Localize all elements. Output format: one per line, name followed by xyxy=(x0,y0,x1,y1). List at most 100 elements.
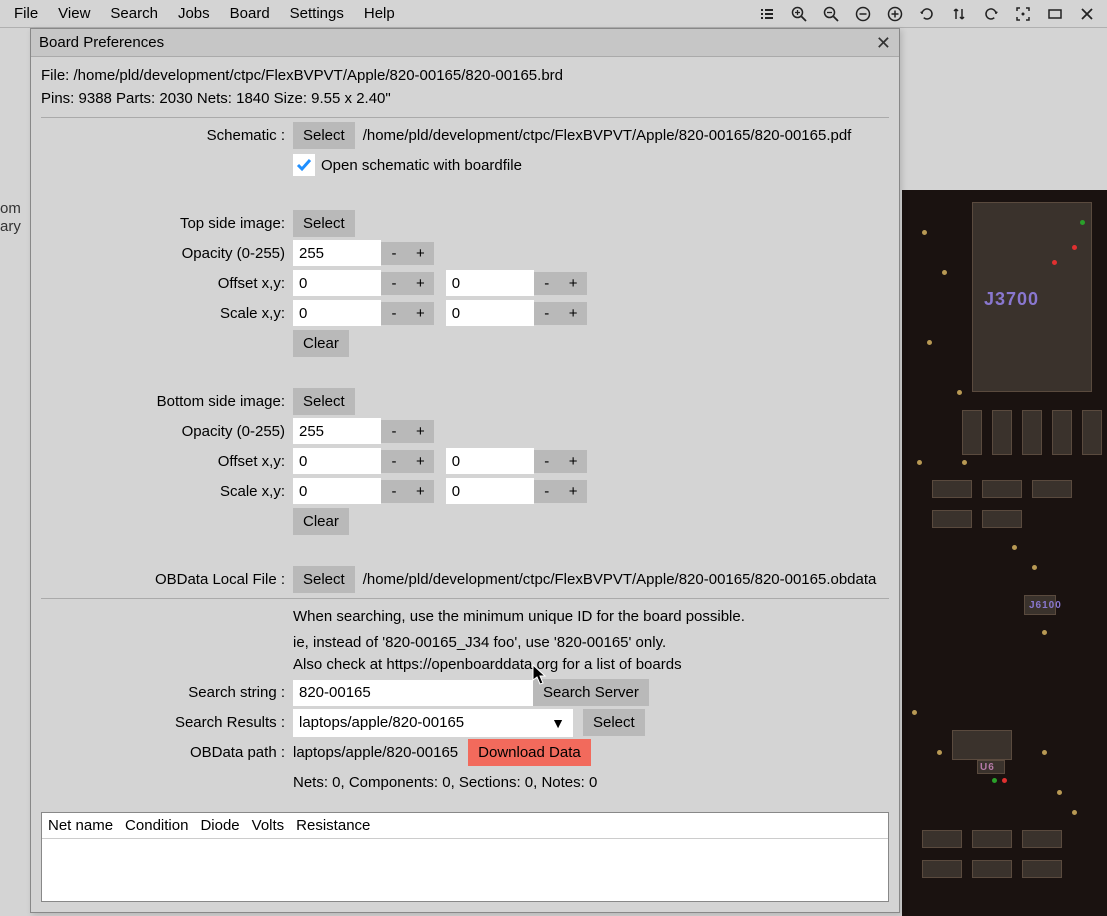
schematic-select-button[interactable]: Select xyxy=(293,122,355,149)
top-scale-y-input[interactable] xyxy=(446,300,534,326)
col-volts: Volts xyxy=(252,817,297,834)
obdata-select-button[interactable]: Select xyxy=(293,566,355,593)
list-icon[interactable] xyxy=(756,3,778,25)
search-results-selected: laptops/apple/820-00165 xyxy=(299,714,547,731)
col-resistance: Resistance xyxy=(296,817,382,834)
top-clear-button[interactable]: Clear xyxy=(293,330,349,357)
bg-text: om ary xyxy=(0,200,21,236)
search-results-select-button[interactable]: Select xyxy=(583,709,645,736)
nets-table[interactable]: Net name Condition Diode Volts Resistanc… xyxy=(41,812,889,903)
obdata-summary: Nets: 0, Components: 0, Sections: 0, Not… xyxy=(293,774,597,791)
schematic-label: Schematic : xyxy=(41,127,293,144)
menu-view[interactable]: View xyxy=(48,1,100,26)
top-offset-x-plus[interactable]: + xyxy=(407,272,434,295)
bottom-offset-y-plus[interactable]: + xyxy=(560,450,587,473)
circle-plus-icon[interactable] xyxy=(884,3,906,25)
top-scale-y-plus[interactable]: + xyxy=(560,302,587,325)
board-preferences-dialog: Board Preferences ✕ File: /home/pld/deve… xyxy=(30,28,900,913)
top-scale-x-input[interactable] xyxy=(293,300,381,326)
menubar: File View Search Jobs Board Settings Hel… xyxy=(0,0,1107,28)
window-icon[interactable] xyxy=(1044,3,1066,25)
schematic-path: /home/pld/development/ctpc/FlexBVPVT/App… xyxy=(355,127,852,144)
obdata-path-value: laptops/apple/820-00165 xyxy=(293,744,458,761)
rotate-ccw-icon[interactable] xyxy=(916,3,938,25)
close-icon[interactable] xyxy=(1076,3,1098,25)
rotate-cw-icon[interactable] xyxy=(980,3,1002,25)
top-offset-x-input[interactable] xyxy=(293,270,381,296)
menu-help[interactable]: Help xyxy=(354,1,405,26)
menu-jobs[interactable]: Jobs xyxy=(168,1,220,26)
top-scale-x-minus[interactable]: - xyxy=(381,302,407,325)
bottom-scale-label: Scale x,y: xyxy=(41,483,293,500)
obdata-path-label: OBData path : xyxy=(41,744,293,761)
search-string-label: Search string : xyxy=(41,684,293,701)
top-image-label: Top side image: xyxy=(41,215,293,232)
bottom-scale-y-input[interactable] xyxy=(446,478,534,504)
search-string-input[interactable] xyxy=(293,680,533,706)
dialog-close-icon[interactable]: ✕ xyxy=(876,34,891,52)
top-offset-y-input[interactable] xyxy=(446,270,534,296)
top-opacity-input[interactable] xyxy=(293,240,381,266)
open-schematic-checkbox[interactable] xyxy=(293,154,315,176)
circle-minus-icon[interactable] xyxy=(852,3,874,25)
bottom-offset-x-plus[interactable]: + xyxy=(407,450,434,473)
bottom-offset-label: Offset x,y: xyxy=(41,453,293,470)
top-opacity-label: Opacity (0-255) xyxy=(41,245,293,262)
obdata-path: /home/pld/development/ctpc/FlexBVPVT/App… xyxy=(355,571,877,588)
top-offset-label: Offset x,y: xyxy=(41,275,293,292)
dialog-title: Board Preferences xyxy=(39,34,876,51)
menu-board[interactable]: Board xyxy=(220,1,280,26)
swap-vert-icon[interactable] xyxy=(948,3,970,25)
search-results-dropdown[interactable]: laptops/apple/820-00165 ▼ xyxy=(293,709,573,737)
top-scale-y-minus[interactable]: - xyxy=(534,302,560,325)
download-data-button[interactable]: Download Data xyxy=(468,739,591,766)
zoom-in-icon[interactable] xyxy=(788,3,810,25)
pcb-view[interactable]: J3700 J6100 U6 xyxy=(902,190,1107,916)
zoom-out-icon[interactable] xyxy=(820,3,842,25)
pcb-label-j6100: J6100 xyxy=(1029,600,1062,611)
pcb-label-u6: U6 xyxy=(980,762,995,773)
bottom-opacity-plus[interactable]: + xyxy=(407,420,434,443)
top-opacity-plus[interactable]: + xyxy=(407,242,434,265)
open-schematic-label: Open schematic with boardfile xyxy=(321,157,522,174)
pcb-label-j3700: J3700 xyxy=(984,289,1039,310)
col-net-name: Net name xyxy=(48,817,125,834)
search-hint-2: ie, instead of '820-00165_J34 foo', use … xyxy=(293,633,666,655)
bottom-clear-button[interactable]: Clear xyxy=(293,508,349,535)
top-scale-label: Scale x,y: xyxy=(41,305,293,322)
board-stats: Pins: 9388 Parts: 2030 Nets: 1840 Size: … xyxy=(41,88,889,118)
col-condition: Condition xyxy=(125,817,200,834)
dialog-titlebar[interactable]: Board Preferences ✕ xyxy=(31,29,899,57)
bottom-image-label: Bottom side image: xyxy=(41,393,293,410)
bottom-image-select-button[interactable]: Select xyxy=(293,388,355,415)
bottom-offset-y-minus[interactable]: - xyxy=(534,450,560,473)
bottom-scale-x-plus[interactable]: + xyxy=(407,480,434,503)
top-offset-x-minus[interactable]: - xyxy=(381,272,407,295)
menu-file[interactable]: File xyxy=(4,1,48,26)
top-offset-y-minus[interactable]: - xyxy=(534,272,560,295)
top-scale-x-plus[interactable]: + xyxy=(407,302,434,325)
bottom-scale-x-input[interactable] xyxy=(293,478,381,504)
top-offset-y-plus[interactable]: + xyxy=(560,272,587,295)
col-diode: Diode xyxy=(200,817,251,834)
bottom-offset-y-input[interactable] xyxy=(446,448,534,474)
bottom-offset-x-minus[interactable]: - xyxy=(381,450,407,473)
file-info: File: /home/pld/development/ctpc/FlexBVP… xyxy=(41,65,889,88)
bottom-offset-x-input[interactable] xyxy=(293,448,381,474)
bottom-scale-y-plus[interactable]: + xyxy=(560,480,587,503)
menu-search[interactable]: Search xyxy=(100,1,168,26)
bottom-opacity-label: Opacity (0-255) xyxy=(41,423,293,440)
search-server-button[interactable]: Search Server xyxy=(533,679,649,706)
focus-icon[interactable] xyxy=(1012,3,1034,25)
menu-settings[interactable]: Settings xyxy=(280,1,354,26)
search-hint-1: When searching, use the minimum unique I… xyxy=(293,607,745,629)
bottom-scale-y-minus[interactable]: - xyxy=(534,480,560,503)
bottom-scale-x-minus[interactable]: - xyxy=(381,480,407,503)
bottom-opacity-minus[interactable]: - xyxy=(381,420,407,443)
search-results-label: Search Results : xyxy=(41,714,293,731)
top-opacity-minus[interactable]: - xyxy=(381,242,407,265)
top-image-select-button[interactable]: Select xyxy=(293,210,355,237)
table-header: Net name Condition Diode Volts Resistanc… xyxy=(42,813,888,839)
bottom-opacity-input[interactable] xyxy=(293,418,381,444)
chevron-down-icon: ▼ xyxy=(547,715,569,731)
